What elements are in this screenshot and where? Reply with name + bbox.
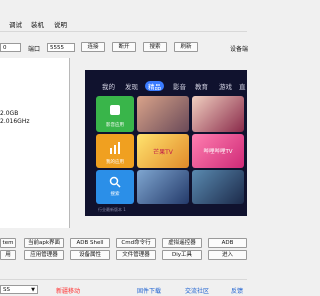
search-icon xyxy=(109,176,121,188)
poster-bilibili-tv: 哔哩哔哩TV xyxy=(192,134,244,168)
search-button[interactable]: 搜索 xyxy=(143,42,167,52)
device-select[interactable]: SS ▼ xyxy=(0,285,38,294)
ip-input[interactable]: 0 xyxy=(0,43,21,52)
feedback-link[interactable]: 反馈 xyxy=(231,286,243,295)
tile-search-label: 搜索 xyxy=(110,192,120,197)
disconnect-button[interactable]: 断开 xyxy=(112,42,136,52)
status-bar: SS ▼ 新疆移动 固件下载 交流社区 反馈 xyxy=(0,284,247,296)
menu-debug[interactable]: 调试 xyxy=(9,19,22,29)
tv-tab-education: 教育 xyxy=(195,83,208,91)
virtual-remote-button[interactable]: 虚拟遥控器 xyxy=(162,238,202,248)
tv-icon xyxy=(110,105,120,115)
port-label: 端口 xyxy=(28,46,41,53)
port-input[interactable]: 5555 xyxy=(47,43,75,52)
poster-4 xyxy=(192,170,244,204)
firmware-download-link[interactable]: 固件下载 xyxy=(137,286,161,295)
tv-tab-discover: 发现 xyxy=(125,83,138,91)
community-link[interactable]: 交流社区 xyxy=(185,286,209,295)
carrier-alert: 新疆移动 xyxy=(56,288,81,295)
device-label: 设备端 xyxy=(230,46,249,53)
tv-tab-mine: 我的 xyxy=(102,83,115,91)
status-divider xyxy=(0,279,247,280)
tool-system-button[interactable]: tem xyxy=(0,238,16,248)
bar-chart-icon xyxy=(109,142,121,154)
app-manager-button[interactable]: 应用管理器 xyxy=(24,250,64,260)
poster-1 xyxy=(137,96,189,132)
refresh-button[interactable]: 刷新 xyxy=(174,42,198,52)
poster-mango-tv: 芒果TV xyxy=(137,134,189,168)
enter-button[interactable]: 进入 xyxy=(208,250,247,260)
menu-bar: 调试 装机 说明 xyxy=(0,18,247,30)
poster-mango-tv-label: 芒果TV xyxy=(153,149,173,156)
tile-media-label: 影音应用 xyxy=(106,123,124,128)
current-apk-button[interactable]: 当前apk界面 xyxy=(24,238,64,248)
poster-2 xyxy=(192,96,244,132)
device-props-button[interactable]: 设备属性 xyxy=(70,250,110,260)
chevron-down-icon: ▼ xyxy=(31,287,35,293)
poster-3 xyxy=(137,170,189,204)
device-screen-preview[interactable]: 我的 发现 精品 影音 教育 游戏 直 影音应用 我的应用 搜索 芒果TV 哔哩… xyxy=(85,70,247,216)
title-strip xyxy=(0,0,247,17)
info-line-size: 2.0GB xyxy=(0,110,19,117)
tool-apply-button[interactable]: 用 xyxy=(0,250,16,260)
menu-help[interactable]: 说明 xyxy=(54,19,67,29)
info-line-cpu: 2.016GHz xyxy=(0,118,30,125)
tv-tab-more: 直 xyxy=(239,83,246,91)
poster-bilibili-label: 哔哩哔哩TV xyxy=(203,149,233,155)
connect-button[interactable]: 连接 xyxy=(81,42,105,52)
menu-install[interactable]: 装机 xyxy=(31,19,44,29)
tv-tab-games: 游戏 xyxy=(219,83,232,91)
tv-tab-featured: 精品 xyxy=(145,81,164,91)
tile-myapps-label: 我的应用 xyxy=(106,160,124,165)
tile-media-apps: 影音应用 xyxy=(96,96,134,132)
tv-footer-text: 行业最新版本 1 xyxy=(98,207,126,212)
adb-more-button[interactable]: ADB xyxy=(208,238,247,248)
diy-tools-button[interactable]: Diy工具 xyxy=(162,250,202,260)
tile-my-apps: 我的应用 xyxy=(96,134,134,168)
device-info-panel: 2.0GB 2.016GHz xyxy=(0,58,70,228)
tv-tab-media: 影音 xyxy=(173,83,186,91)
adb-shell-button[interactable]: ADB Shell xyxy=(70,238,110,248)
menu-divider xyxy=(0,31,247,32)
cmd-button[interactable]: Cmd命令行 xyxy=(116,238,156,248)
device-select-value: SS xyxy=(3,287,10,293)
tile-search: 搜索 xyxy=(96,170,134,204)
file-manager-button[interactable]: 文件管理器 xyxy=(116,250,156,260)
